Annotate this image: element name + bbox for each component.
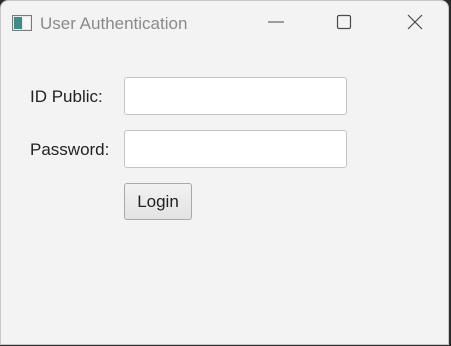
minimize-icon xyxy=(268,14,284,35)
app-window-icon xyxy=(12,15,32,31)
password-input[interactable] xyxy=(124,130,347,168)
maximize-button[interactable] xyxy=(321,1,367,47)
id-public-label: ID Public: xyxy=(30,87,103,106)
title-bar[interactable]: User Authentication xyxy=(1,1,448,47)
password-label: Password: xyxy=(30,140,110,159)
window-title: User Authentication xyxy=(40,14,188,33)
maximize-icon xyxy=(336,14,352,35)
close-button[interactable] xyxy=(392,1,438,47)
minimize-button[interactable] xyxy=(253,1,299,47)
login-window: User Authentication ID Public: Password:… xyxy=(0,0,449,345)
login-button[interactable]: Login xyxy=(124,183,192,220)
close-icon xyxy=(407,14,423,35)
id-public-input[interactable] xyxy=(124,77,347,115)
